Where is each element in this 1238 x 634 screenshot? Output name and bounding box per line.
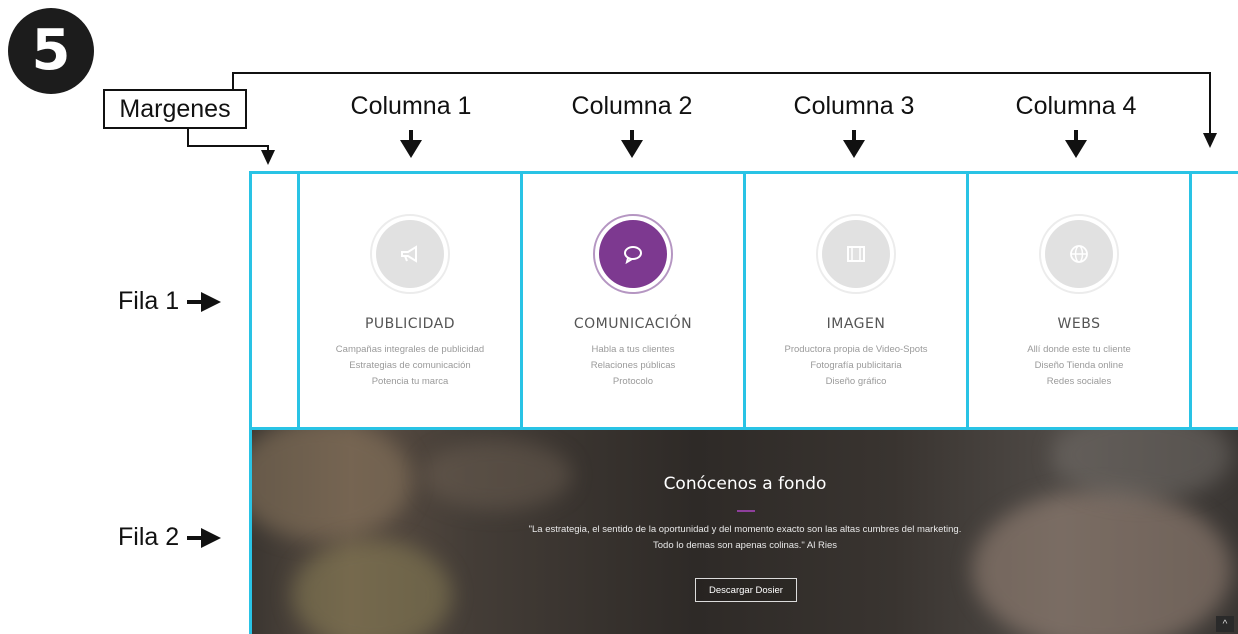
service-title: PUBLICIDAD: [364, 316, 456, 332]
service-line: Diseño gráfico: [825, 376, 887, 387]
column-1-arrow: [400, 130, 422, 158]
step-number-badge: 5: [8, 8, 94, 94]
row-2-label: Fila 2: [118, 523, 180, 551]
row-1-label: Fila 1: [118, 287, 180, 315]
column-2-label: Columna 2: [571, 92, 693, 120]
service-comunicacion[interactable]: COMUNICACIÓN Habla a tus clientes Relaci…: [523, 174, 743, 427]
service-line: Fotografía publicitaria: [810, 360, 902, 371]
arrow-right-icon: [187, 291, 222, 312]
service-line: Habla a tus clientes: [591, 344, 675, 355]
service-publicidad[interactable]: PUBLICIDAD Campañas integrales de public…: [300, 174, 520, 427]
column-divider: [1189, 171, 1192, 429]
arrow-right-icon: [187, 527, 222, 548]
service-imagen[interactable]: IMAGEN Productora propia de Video-Spots …: [746, 174, 966, 427]
service-line: Redes sociales: [1046, 376, 1112, 387]
chat-bubble-icon: [593, 214, 673, 294]
film-icon: [816, 214, 896, 294]
service-line: Productora propia de Video-Spots: [784, 344, 928, 355]
column-4-label: Columna 4: [1015, 92, 1137, 120]
service-line: Potencia tu marca: [371, 376, 449, 387]
service-title: COMUNICACIÓN: [573, 316, 693, 332]
column-3-arrow: [843, 130, 865, 158]
service-line: Campañas integrales de publicidad: [335, 344, 485, 355]
margins-label-box: Margenes: [103, 89, 247, 129]
margin-right-arrow: [1203, 133, 1217, 148]
service-title: WEBS: [1057, 316, 1101, 332]
service-line: Allí donde este tu cliente: [1027, 344, 1131, 355]
service-line: Diseño Tienda online: [1034, 360, 1124, 371]
column-3-label: Columna 3: [793, 92, 915, 120]
globe-icon: [1039, 214, 1119, 294]
column-4-arrow: [1065, 130, 1087, 158]
service-line: Protocolo: [612, 376, 654, 387]
service-line: Relaciones públicas: [590, 360, 676, 371]
service-title: IMAGEN: [826, 316, 886, 332]
service-line: Estrategias de comunicación: [349, 360, 471, 371]
margin-left-arrow: [261, 150, 275, 165]
service-webs[interactable]: WEBS Allí donde este tu cliente Diseño T…: [969, 174, 1189, 427]
column-2-arrow: [621, 130, 643, 158]
row-2-annotation: Fila 2: [118, 523, 222, 552]
megaphone-icon: [370, 214, 450, 294]
row-1-annotation: Fila 1: [118, 287, 222, 316]
column-1-label: Columna 1: [350, 92, 472, 120]
